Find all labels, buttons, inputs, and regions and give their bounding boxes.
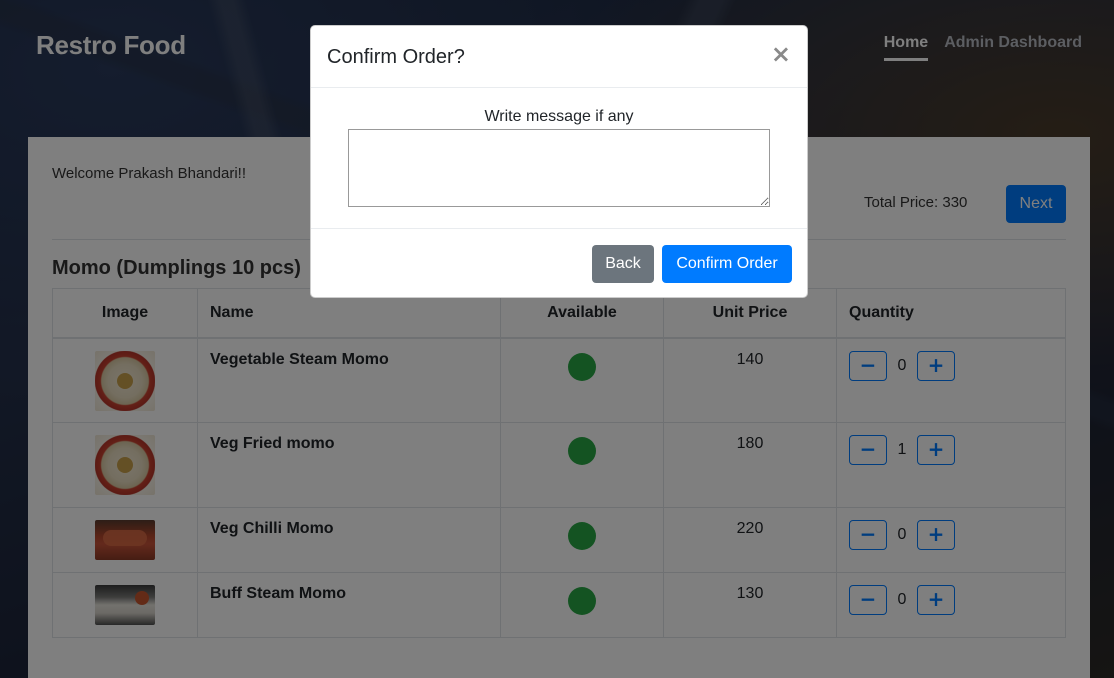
message-label: Write message if any [484,108,634,125]
close-icon[interactable]: × [771,42,791,66]
modal-footer: Back Confirm Order [311,229,807,299]
confirm-order-modal: Confirm Order? × Write message if any Ba… [310,25,808,298]
back-button[interactable]: Back [592,245,654,283]
modal-title: Confirm Order? [327,46,465,68]
confirm-order-button[interactable]: Confirm Order [662,245,792,283]
message-textarea[interactable] [348,129,770,207]
modal-body: Write message if any [311,88,807,229]
modal-header: Confirm Order? × [311,26,807,88]
